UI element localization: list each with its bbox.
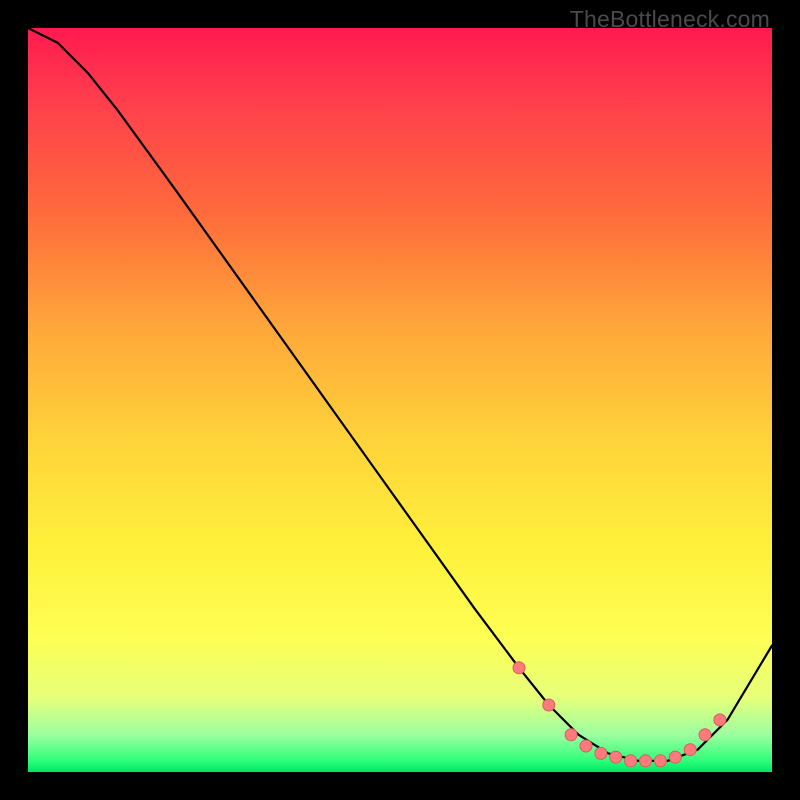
marker-dot bbox=[610, 751, 622, 763]
marker-group bbox=[513, 662, 726, 767]
chart-plot-area bbox=[28, 28, 772, 772]
marker-dot bbox=[699, 729, 711, 741]
chart-frame: TheBottleneck.com bbox=[0, 0, 800, 800]
marker-dot bbox=[543, 699, 555, 711]
marker-dot bbox=[625, 755, 637, 767]
marker-dot bbox=[654, 755, 666, 767]
marker-dot bbox=[640, 755, 652, 767]
marker-dot bbox=[714, 714, 726, 726]
chart-svg bbox=[28, 28, 772, 772]
marker-dot bbox=[595, 747, 607, 759]
watermark-text: TheBottleneck.com bbox=[570, 6, 770, 33]
marker-dot bbox=[684, 744, 696, 756]
curve-path bbox=[28, 28, 772, 761]
marker-dot bbox=[580, 740, 592, 752]
marker-dot bbox=[669, 751, 681, 763]
marker-dot bbox=[565, 729, 577, 741]
marker-dot bbox=[513, 662, 525, 674]
